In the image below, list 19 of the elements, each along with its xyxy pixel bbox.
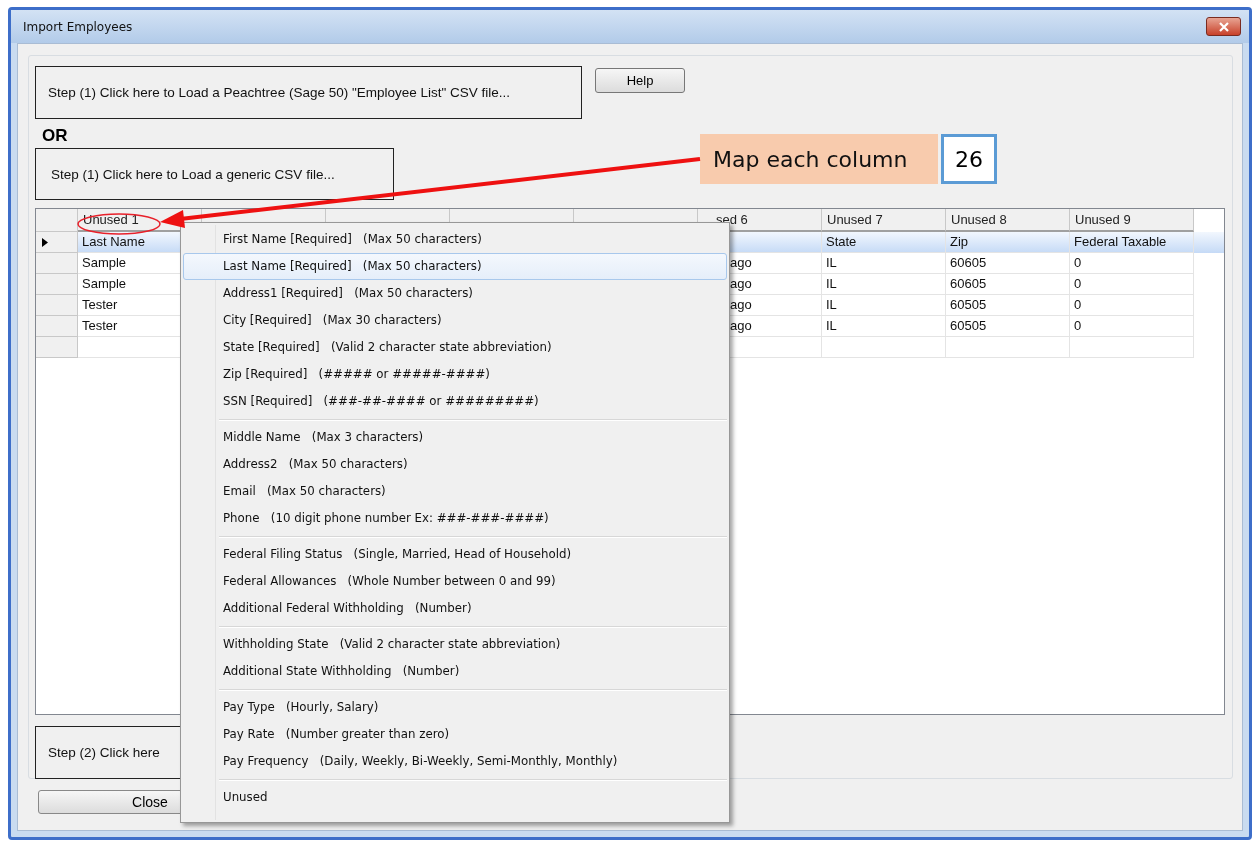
table-cell: 60505 xyxy=(946,316,1070,337)
table-cell: 0 xyxy=(1070,274,1194,295)
table-cell: State xyxy=(822,232,946,253)
table-cell: IL xyxy=(822,316,946,337)
table-cell: Federal Taxable xyxy=(1070,232,1194,253)
window-title: Import Employees xyxy=(23,19,133,34)
table-cell: IL xyxy=(822,253,946,274)
table-cell: 0 xyxy=(1070,295,1194,316)
table-cell: 60605 xyxy=(946,253,1070,274)
table-cell: IL xyxy=(822,295,946,316)
count-box: 26 xyxy=(941,134,997,184)
table-cell: Zip xyxy=(946,232,1070,253)
table-cell: 60605 xyxy=(946,274,1070,295)
or-label: OR xyxy=(42,126,69,146)
table-cell: 0 xyxy=(1070,316,1194,337)
table-cell: 0 xyxy=(1070,253,1194,274)
callout-label: Map each column xyxy=(700,134,938,184)
table-cell: 60505 xyxy=(946,295,1070,316)
table-cell: IL xyxy=(822,274,946,295)
